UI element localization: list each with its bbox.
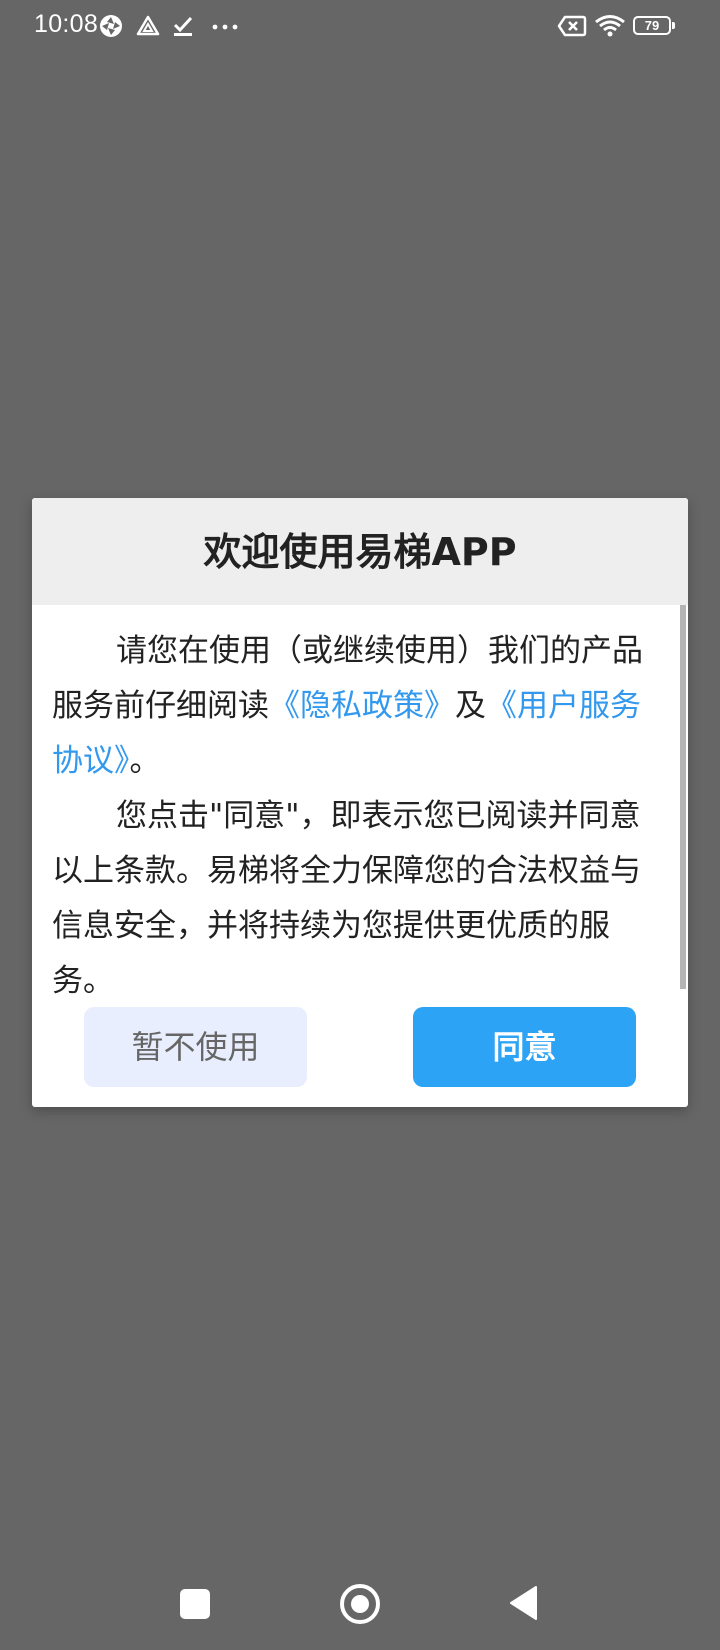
back-triangle-icon[interactable]: [508, 1585, 538, 1621]
drive-icon: [135, 13, 161, 39]
more-dots-icon: [211, 13, 241, 39]
status-bar: 10:08 79: [0, 0, 720, 56]
privacy-policy-link[interactable]: 《隐私政策》: [269, 688, 455, 724]
status-time: 10:08: [34, 10, 99, 38]
wifi-icon: [594, 13, 626, 39]
agree-button[interactable]: 同意: [413, 1007, 636, 1087]
dialog-title: 欢迎使用易梯APP: [203, 530, 517, 574]
privacy-consent-dialog: 欢迎使用易梯APP 请您在使用（或继续使用）我们的产品服务前仔细阅读《隐私政策》…: [32, 498, 688, 1107]
consent-paragraph-1: 请您在使用（或继续使用）我们的产品服务前仔细阅读《隐私政策》及《用户服务协议》。: [52, 624, 664, 789]
check-icon: [171, 13, 197, 39]
sync-icon: [98, 13, 124, 39]
consent-paragraph-2: 您点击"同意"，即表示您已阅读并同意以上条款。易梯将全力保障您的合法权益与信息安…: [52, 798, 641, 999]
dialog-body: 请您在使用（或继续使用）我们的产品服务前仔细阅读《隐私政策》及《用户服务协议》。…: [52, 624, 664, 1009]
recents-square-icon[interactable]: [180, 1589, 210, 1619]
decline-button[interactable]: 暂不使用: [84, 1007, 307, 1087]
home-circle-icon[interactable]: [340, 1584, 380, 1624]
and-text: 及: [455, 688, 486, 724]
sim-off-icon: [557, 13, 587, 39]
paragraph1-suffix: 。: [129, 743, 161, 779]
dialog-header: 欢迎使用易梯APP: [32, 498, 688, 605]
dialog-scrollbar[interactable]: [680, 605, 686, 989]
battery-level: 79: [633, 16, 671, 35]
battery-icon: 79: [633, 16, 677, 37]
